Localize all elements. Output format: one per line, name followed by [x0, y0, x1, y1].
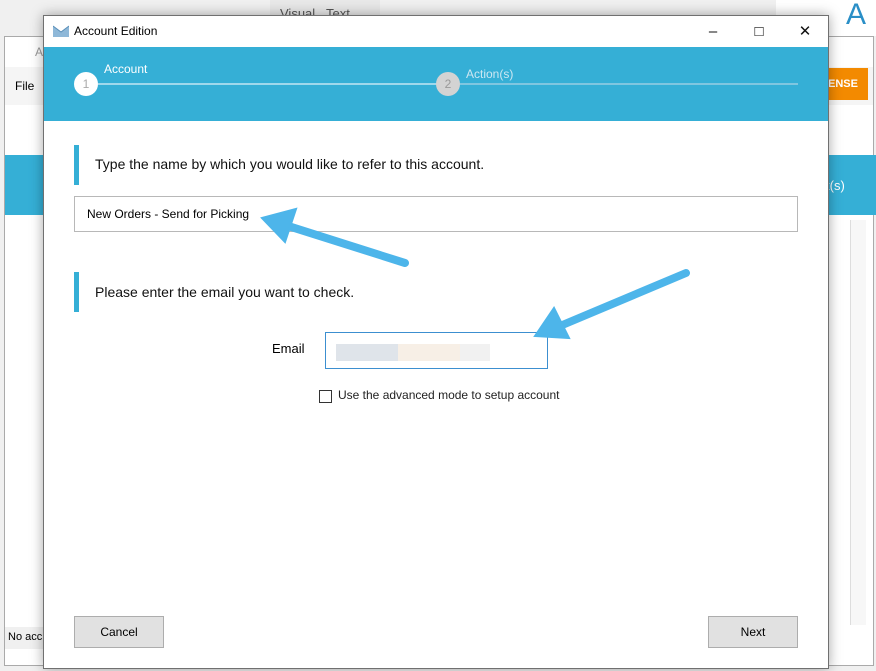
step-1-label: Account [104, 62, 148, 76]
advanced-mode-label[interactable]: Use the advanced mode to setup account [338, 388, 559, 402]
app-envelope-icon [53, 25, 69, 37]
background-scrollbar[interactable] [850, 220, 866, 625]
maximize-button[interactable]: □ [736, 16, 782, 47]
section-2-marker [74, 272, 79, 312]
minimize-button[interactable]: – [690, 16, 736, 47]
cancel-button[interactable]: Cancel [74, 616, 164, 648]
step-2-circle: 2 [436, 72, 460, 96]
email-input[interactable] [325, 332, 548, 369]
step-2-label: Action(s) [466, 67, 514, 81]
wizard-steps: 1 Account 2 Action(s) [44, 47, 828, 121]
section-1-marker [74, 145, 79, 185]
step-1-circle: 1 [74, 72, 98, 96]
account-edition-dialog: Account Edition – □ ✕ 1 Account 2 Action… [43, 15, 829, 669]
close-button[interactable]: ✕ [782, 16, 828, 47]
section-1-prompt: Type the name by which you would like to… [95, 156, 485, 172]
next-button[interactable]: Next [708, 616, 798, 648]
section-2-prompt: Please enter the email you want to check… [95, 284, 355, 300]
step-progress-line [98, 83, 438, 85]
advanced-mode-checkbox[interactable] [319, 390, 332, 403]
email-label: Email [272, 341, 305, 356]
account-name-input[interactable]: New Orders - Send for Picking [74, 196, 798, 232]
dialog-title: Account Edition [74, 24, 158, 38]
title-bar: Account Edition – □ ✕ [44, 16, 828, 47]
step-remaining-line [448, 83, 798, 85]
